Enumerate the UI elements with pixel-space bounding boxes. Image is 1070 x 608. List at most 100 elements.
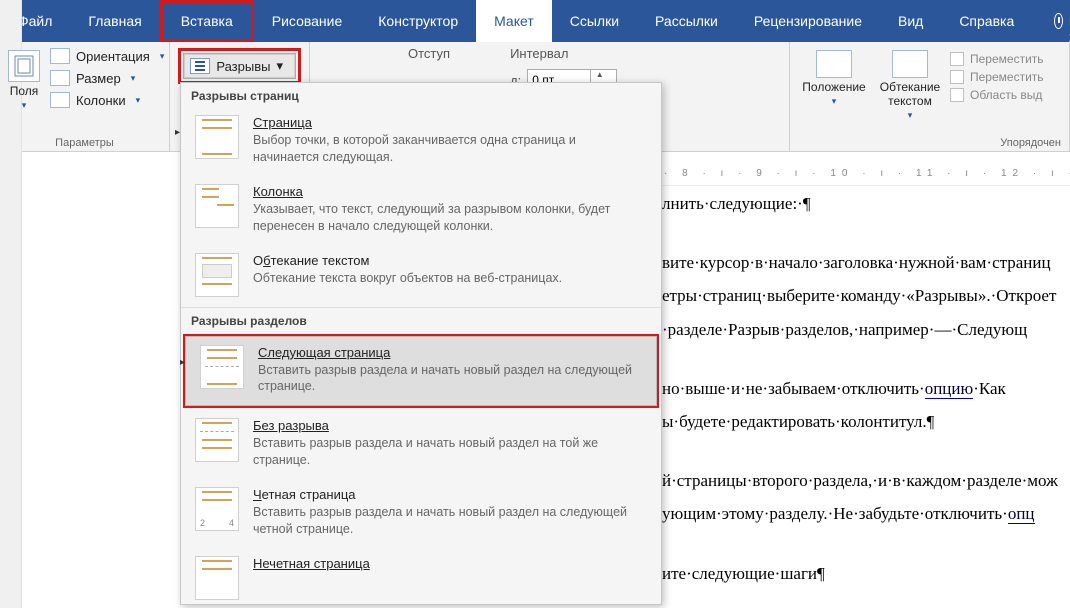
position-label: Положение	[802, 80, 865, 94]
group-page-setup: Поля ▾ Ориентация ▾ Размер ▾ Колонки ▾	[0, 42, 170, 151]
breaks-icon	[190, 58, 210, 74]
breaks-button[interactable]: Разрывы ▾	[183, 53, 296, 79]
doc-line: ите·следующие·шаги¶	[662, 560, 1070, 587]
break-continuous-desc: Вставить разрыв раздела и начать новый р…	[253, 435, 643, 469]
break-textwrap-title: Обтекание текстом	[253, 253, 562, 268]
margins-button[interactable]: Поля ▾	[8, 46, 40, 111]
break-textwrap-icon	[195, 253, 239, 297]
break-column-icon	[195, 184, 239, 228]
size-button[interactable]: Размер ▾	[46, 68, 168, 88]
doc-line: й·страницы·второго·раздела,·и·в·каждом·р…	[662, 467, 1070, 494]
bulb-icon	[1054, 13, 1063, 29]
tab-home[interactable]: Главная	[70, 0, 159, 42]
chevron-down-icon: ▾	[22, 100, 27, 111]
break-column-title: Колонка	[253, 184, 643, 199]
bring-forward-label: Переместить	[970, 52, 1044, 66]
breaks-label: Разрывы	[216, 59, 270, 74]
doc-line: ы·будете·редактировать·колонтитул.¶	[662, 408, 1070, 435]
send-backward-icon	[950, 70, 964, 84]
break-nextpage-title: Следующая страница	[258, 345, 642, 360]
tab-design[interactable]: Конструктор	[360, 0, 476, 42]
indent-header: Отступ	[408, 46, 450, 61]
breaks-gallery: Разрывы страниц ▸ Страница Выбор точки, …	[180, 82, 662, 605]
wrap-text-label: Обтекание текстом	[874, 80, 946, 108]
doc-line: но·выше·и·не·забываем·отключить·опцию·Ка…	[662, 375, 1070, 402]
bring-forward-button[interactable]: Переместить	[950, 52, 1044, 66]
chevron-down-icon: ▾	[136, 95, 141, 106]
pointer-icon: ▸	[175, 127, 180, 138]
break-evenpage-desc: Вставить разрыв раздела и начать новый р…	[253, 504, 643, 538]
spin-up-icon[interactable]: ▲	[591, 70, 608, 80]
size-label: Размер	[76, 71, 121, 86]
wrap-text-icon	[892, 50, 928, 78]
send-backward-label: Переместить	[970, 70, 1044, 84]
wrap-text-button[interactable]: Обтекание текстом ▾	[874, 46, 946, 121]
break-textwrap-item[interactable]: Обтекание текстом Обтекание текста вокру…	[181, 245, 661, 307]
chevron-down-icon: ▾	[908, 110, 913, 121]
breaks-highlight: Разрывы ▾	[178, 48, 301, 84]
document-body[interactable]: лнить·следующие:·¶ вите·курсор·в·начало·…	[662, 190, 1070, 608]
break-column-item[interactable]: Колонка Указывает, что текст, следующий …	[181, 176, 661, 245]
link-option[interactable]: опцию	[925, 379, 974, 399]
break-page-desc: Выбор точки, в которой заканчивается одн…	[253, 132, 643, 166]
tab-references[interactable]: Ссылки	[552, 0, 637, 42]
selection-pane-button[interactable]: Область выд	[950, 88, 1044, 102]
position-icon	[816, 50, 852, 78]
group-arrange: Положение ▾ Обтекание текстом ▾ Перемест…	[790, 42, 1070, 151]
tab-help[interactable]: Справка	[941, 0, 1032, 42]
doc-line: лнить·следующие:·¶	[662, 190, 1070, 217]
break-nextpage-item[interactable]: ▸ Следующая страница Вставить разрыв раз…	[185, 336, 657, 407]
next-page-highlight: ▸ Следующая страница Вставить разрыв раз…	[183, 334, 659, 409]
send-backward-button[interactable]: Переместить	[950, 70, 1044, 84]
break-evenpage-item[interactable]: 24 Четная страница Вставить разрыв разде…	[181, 479, 661, 548]
break-evenpage-title: Четная страница	[253, 487, 643, 502]
doc-line: ующим·этому·разделу.·Не·забудьте·отключи…	[662, 500, 1070, 527]
gallery-header-sections: Разрывы разделов	[181, 307, 661, 332]
tab-review[interactable]: Рецензирование	[736, 0, 880, 42]
horizontal-ruler[interactable]: · 8 · ı · 9 · ı · 10 · ı · 11 · ı · 12 ·…	[662, 168, 1070, 186]
chevron-down-icon: ▾	[832, 96, 837, 107]
orientation-label: Ориентация	[76, 49, 150, 64]
tab-view[interactable]: Вид	[880, 0, 941, 42]
break-page-title: Страница	[253, 115, 643, 130]
columns-label: Колонки	[76, 93, 126, 108]
orientation-icon	[50, 48, 70, 64]
tab-draw[interactable]: Рисование	[254, 0, 361, 42]
break-continuous-item[interactable]: Без разрыва Вставить разрыв раздела и на…	[181, 410, 661, 479]
chevron-down-icon: ▾	[276, 58, 283, 74]
margins-icon	[8, 50, 40, 82]
orientation-button[interactable]: Ориентация ▾	[46, 46, 168, 66]
tab-mailings[interactable]: Рассылки	[637, 0, 736, 42]
position-button[interactable]: Положение ▾	[798, 46, 870, 121]
break-oddpage-item[interactable]: Нечетная страница	[181, 548, 661, 604]
doc-line: ·разделе·Разрыв·разделов,·например·—·Сле…	[662, 316, 1070, 343]
group-label-arrange: Упорядочен	[798, 135, 1061, 149]
break-textwrap-desc: Обтекание текста вокруг объектов на веб-…	[253, 270, 562, 287]
selection-pane-icon	[950, 88, 964, 102]
chevron-down-icon: ▾	[160, 51, 165, 62]
tab-layout[interactable]: Макет	[476, 0, 552, 42]
arrange-stack: Переместить Переместить Область выд	[950, 46, 1044, 121]
link-option[interactable]: опц	[1008, 504, 1035, 524]
pointer-icon: ▸	[180, 357, 185, 368]
break-oddpage-icon	[195, 556, 239, 600]
bring-forward-icon	[950, 52, 964, 66]
doc-line: вите·курсор·в·начало·заголовка·нужной·ва…	[662, 249, 1070, 276]
break-oddpage-title: Нечетная страница	[253, 556, 370, 571]
columns-icon	[50, 92, 70, 108]
spacing-header: Интервал	[510, 46, 617, 61]
size-icon	[50, 70, 70, 86]
selection-pane-label: Область выд	[970, 88, 1042, 102]
break-continuous-title: Без разрыва	[253, 418, 643, 433]
group-label-params: Параметры	[8, 135, 161, 149]
gallery-header-pages: Разрывы страниц	[181, 83, 661, 107]
columns-button[interactable]: Колонки ▾	[46, 90, 168, 110]
tab-insert[interactable]: Вставка	[160, 0, 254, 42]
break-page-item[interactable]: ▸ Страница Выбор точки, в которой заканч…	[181, 107, 661, 176]
break-page-icon	[195, 115, 239, 159]
break-column-desc: Указывает, что текст, следующий за разры…	[253, 201, 643, 235]
break-nextpage-icon	[200, 345, 244, 389]
doc-line: етры·страниц·выберите·команду·«Разрывы».…	[662, 282, 1070, 309]
margins-label: Поля	[10, 84, 39, 98]
tell-me[interactable]: Что вы хо	[1036, 0, 1070, 42]
